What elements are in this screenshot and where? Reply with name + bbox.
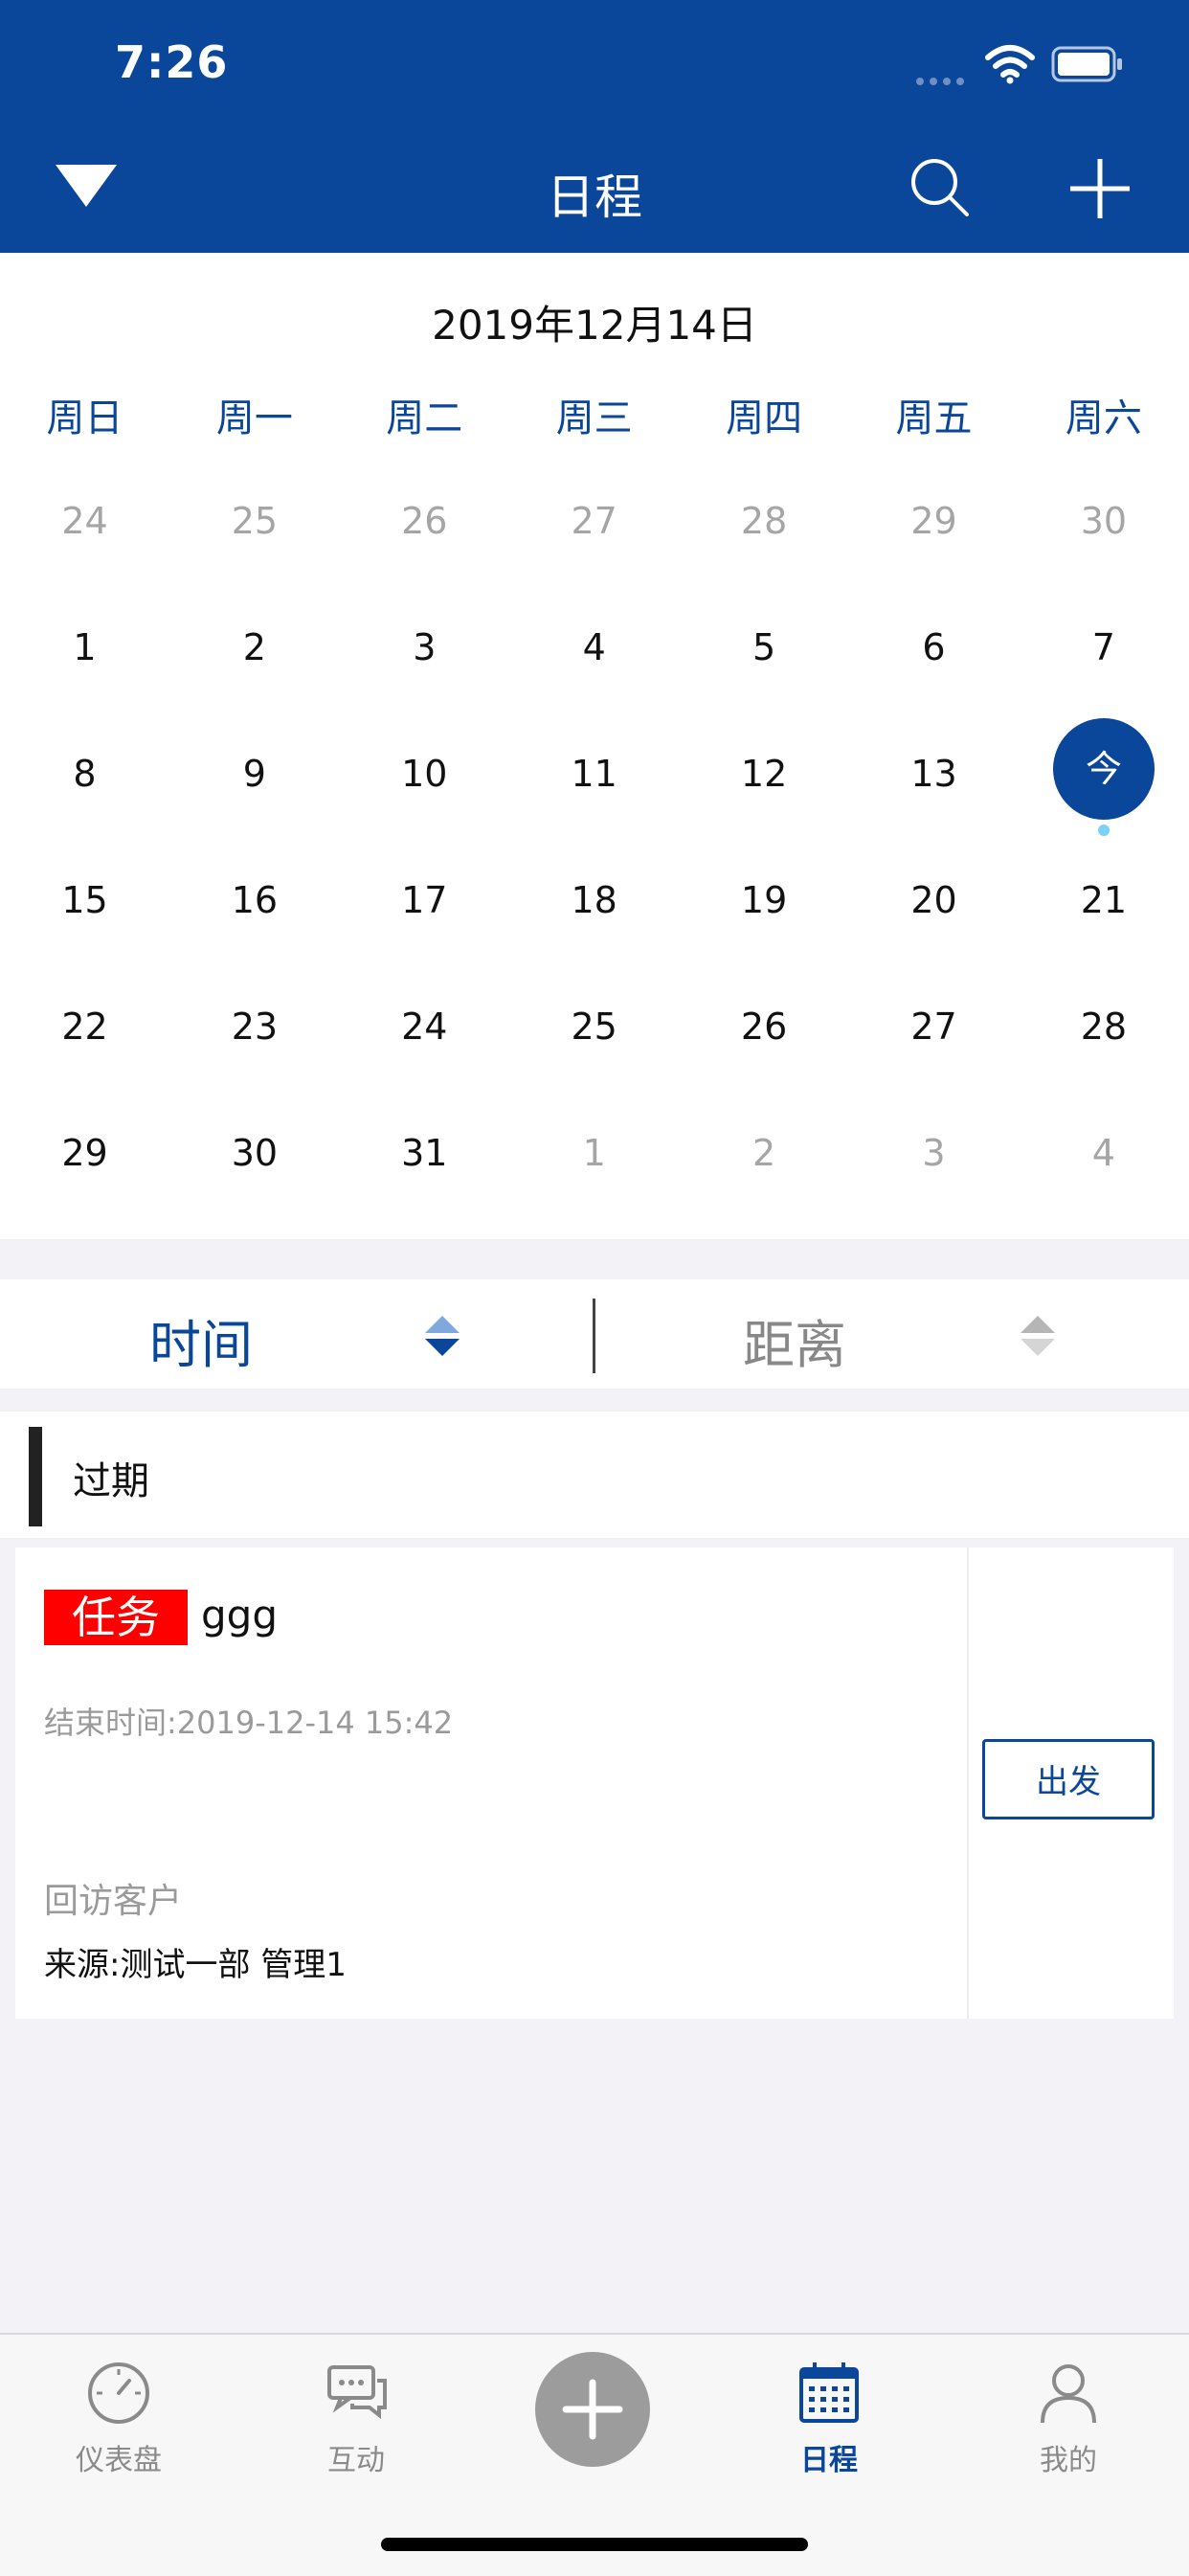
calendar-day[interactable]: 26 <box>680 1006 849 1048</box>
calendar-day[interactable]: 1 <box>0 626 169 668</box>
calendar-day[interactable]: 24 <box>340 1006 509 1048</box>
calendar-day[interactable]: 24 <box>0 500 169 542</box>
section-header: 过期 <box>0 1412 1189 1538</box>
calendar-day[interactable]: 12 <box>680 753 849 795</box>
calendar-day[interactable]: 30 <box>169 1132 339 1174</box>
calendar-day[interactable]: 7 <box>1019 626 1188 668</box>
task-tag-badge: 任务 <box>44 1590 188 1645</box>
plus-icon <box>562 2379 623 2440</box>
task-name: ggg <box>201 1592 278 1638</box>
section-title: 过期 <box>73 1459 149 1503</box>
center-add-button[interactable] <box>535 2352 650 2467</box>
tab-interaction-label[interactable]: 互动 <box>260 2436 452 2478</box>
sort-arrows-icon[interactable] <box>425 1316 460 1356</box>
calendar-panel: 2019年12月14日 周日 周一 周二 周三 周四 周五 周六 24 25 26 27 28 29 30… <box>0 253 1189 1239</box>
calendar-day[interactable]: 19 <box>680 879 849 921</box>
calendar-day[interactable]: 16 <box>169 879 339 921</box>
divider <box>593 1299 595 1373</box>
task-card[interactable]: 任务 ggg 结束时间:2019-12-14 15:42 回访客户 来源:测试一… <box>15 1548 1174 2019</box>
sort-arrows-icon[interactable] <box>1021 1316 1055 1356</box>
calendar-day[interactable]: 21 <box>1019 879 1188 921</box>
sort-bar: 时间 距离 <box>0 1279 1189 1389</box>
tab-mine-label[interactable]: 我的 <box>973 2436 1164 2478</box>
search-icon[interactable] <box>909 157 971 218</box>
calendar-day[interactable]: 1 <box>509 1132 679 1174</box>
calendar-day[interactable]: 10 <box>340 753 509 795</box>
weekday-label: 周六 <box>1065 396 1142 441</box>
task-type: 回访客户 <box>44 1882 183 1921</box>
depart-button[interactable]: 出发 <box>982 1739 1155 1819</box>
calendar-day[interactable]: 13 <box>849 753 1019 795</box>
calendar-day[interactable]: 25 <box>169 500 339 542</box>
battery-icon <box>1051 46 1122 82</box>
tab-schedule-label[interactable]: 日程 <box>733 2436 925 2478</box>
status-time: 7:26 <box>115 36 229 88</box>
home-indicator <box>381 2538 808 2551</box>
section-marker <box>29 1427 42 1526</box>
weekday-label: 周四 <box>726 396 803 441</box>
weekday-label: 周三 <box>555 396 633 441</box>
calendar-day[interactable]: 2 <box>680 1132 849 1174</box>
calendar-day[interactable]: 11 <box>509 753 679 795</box>
calendar-day[interactable]: 31 <box>340 1132 509 1174</box>
page-title: 日程 <box>547 169 642 225</box>
wifi-icon <box>985 45 1035 84</box>
dashboard-icon[interactable] <box>85 2360 152 2427</box>
calendar-day[interactable]: 30 <box>1019 500 1188 542</box>
calendar-day[interactable]: 15 <box>0 879 169 921</box>
calendar-day[interactable]: 27 <box>509 500 679 542</box>
calendar-icon[interactable] <box>796 2360 863 2427</box>
calendar-day[interactable]: 4 <box>1019 1132 1188 1174</box>
calendar-day[interactable]: 17 <box>340 879 509 921</box>
sort-by-distance-button[interactable]: 距离 <box>743 1302 846 1378</box>
calendar-day[interactable]: 5 <box>680 626 849 668</box>
signal-icon <box>916 71 970 89</box>
sort-by-time-button[interactable]: 时间 <box>149 1302 253 1378</box>
calendar-day[interactable]: 9 <box>169 753 339 795</box>
calendar-day[interactable]: 23 <box>169 1006 339 1048</box>
divider <box>967 1548 969 2019</box>
calendar-day[interactable]: 29 <box>0 1132 169 1174</box>
calendar-day[interactable]: 28 <box>1019 1006 1188 1048</box>
calendar-day[interactable]: 28 <box>680 500 849 542</box>
weekday-label: 周一 <box>215 396 293 441</box>
weekday-label: 周日 <box>46 396 123 441</box>
add-icon[interactable] <box>1068 157 1132 220</box>
calendar-day[interactable]: 2 <box>169 626 339 668</box>
weekday-label: 周五 <box>895 396 973 441</box>
task-end-time: 结束时间:2019-12-14 15:42 <box>44 1705 454 1741</box>
task-source: 来源:测试一部 管理1 <box>44 1946 347 1984</box>
selected-date-label: 2019年12月14日 <box>432 302 757 349</box>
person-icon[interactable] <box>1035 2360 1102 2427</box>
calendar-day[interactable]: 29 <box>849 500 1019 542</box>
calendar-day[interactable]: 26 <box>340 500 509 542</box>
weekday-label: 周二 <box>386 396 463 441</box>
calendar-day[interactable]: 3 <box>340 626 509 668</box>
calendar-day-today[interactable]: 今 <box>1053 718 1155 820</box>
calendar-day[interactable]: 8 <box>0 753 169 795</box>
event-dot <box>1098 825 1110 836</box>
calendar-day[interactable]: 3 <box>849 1132 1019 1174</box>
calendar-day[interactable]: 4 <box>509 626 679 668</box>
calendar-day[interactable]: 22 <box>0 1006 169 1048</box>
chat-icon[interactable] <box>324 2360 391 2427</box>
calendar-day[interactable]: 6 <box>849 626 1019 668</box>
tab-dashboard-label[interactable]: 仪表盘 <box>23 2436 214 2478</box>
calendar-day[interactable]: 20 <box>849 879 1019 921</box>
calendar-day[interactable]: 18 <box>509 879 679 921</box>
header-bar: 7:26 日程 <box>0 0 1189 253</box>
calendar-day[interactable]: 25 <box>509 1006 679 1048</box>
calendar-day[interactable]: 27 <box>849 1006 1019 1048</box>
